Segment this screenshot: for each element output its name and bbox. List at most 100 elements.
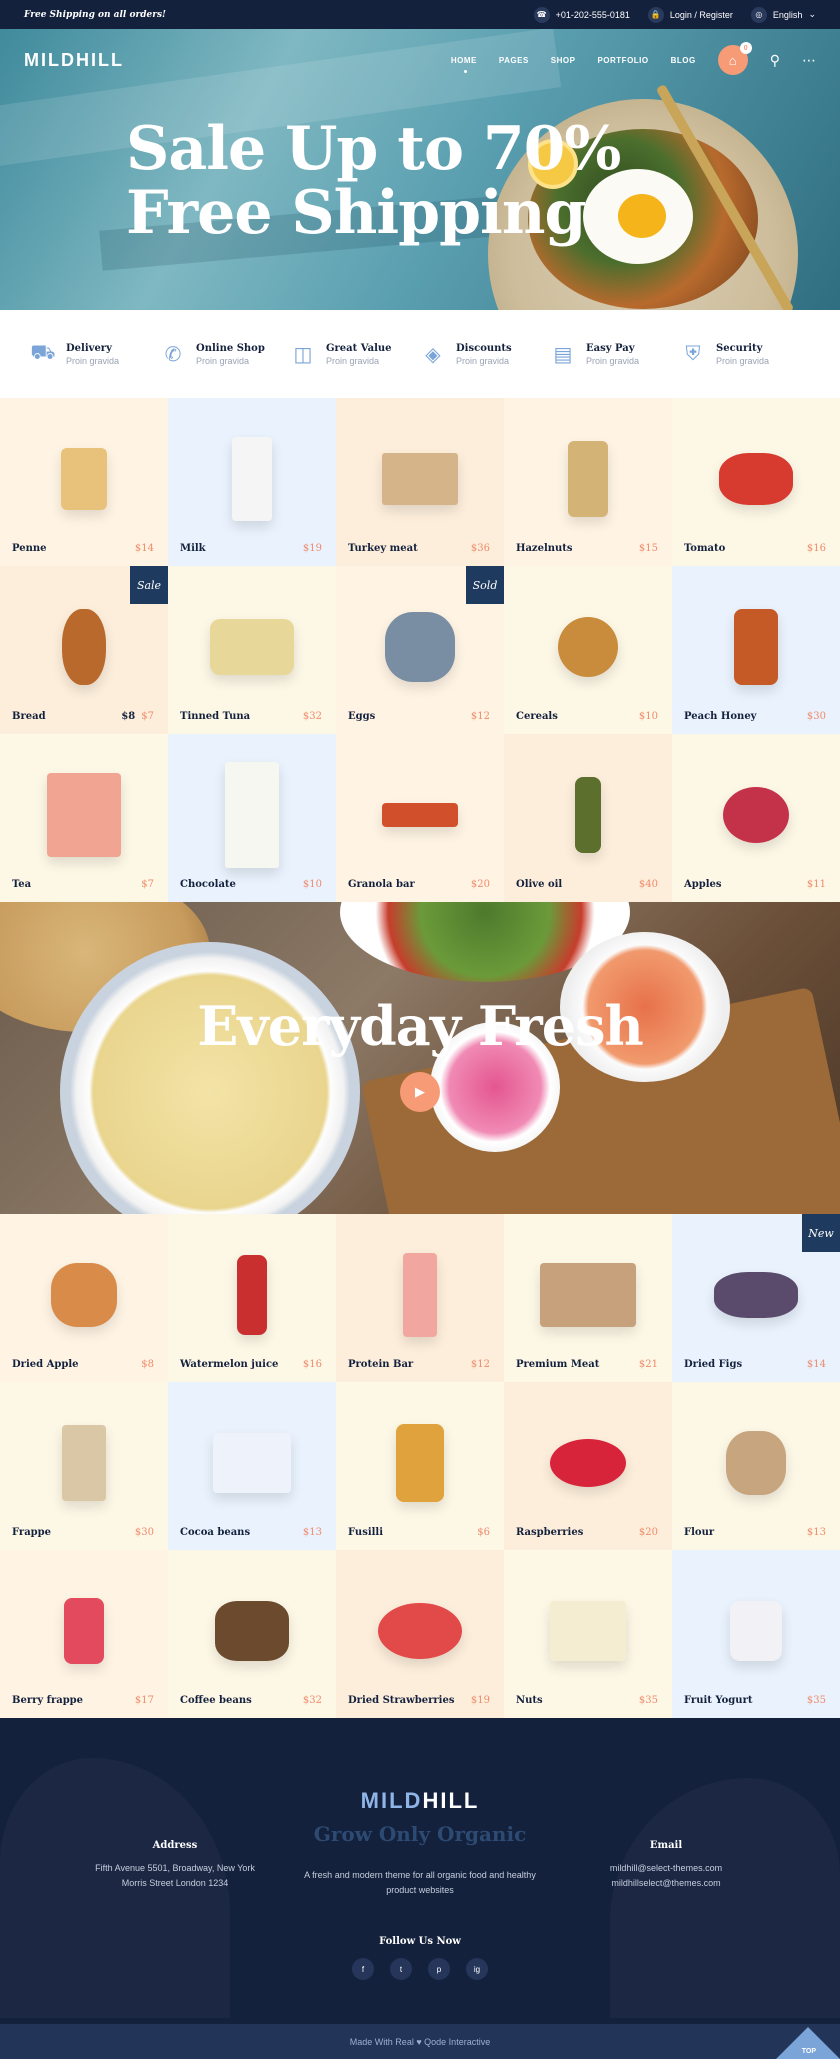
product-card[interactable]: Flour $13 [672, 1382, 840, 1550]
product-image[interactable] [730, 1600, 782, 1661]
product-image[interactable] [61, 447, 107, 510]
product-card[interactable]: Cereals $10 [504, 566, 672, 734]
product-image[interactable] [540, 1262, 636, 1327]
product-card[interactable]: Coffee beans $32 [168, 1550, 336, 1718]
product-name[interactable]: Tinned Tuna [180, 711, 250, 722]
product-image[interactable] [232, 436, 272, 521]
product-image[interactable] [47, 772, 121, 857]
product-card[interactable]: Cocoa beans $13 [168, 1382, 336, 1550]
product-card[interactable]: Fruit Yogurt $35 [672, 1550, 840, 1718]
product-card[interactable]: Berry frappe $17 [0, 1550, 168, 1718]
facebook-icon[interactable]: f [352, 1958, 374, 1980]
product-card[interactable]: Hazelnuts $15 [504, 398, 672, 566]
nav-shop[interactable]: SHOP [551, 56, 576, 65]
product-name[interactable]: Hazelnuts [516, 543, 573, 554]
product-card[interactable]: Nuts $35 [504, 1550, 672, 1718]
product-card[interactable]: Fusilli $6 [336, 1382, 504, 1550]
product-name[interactable]: Granola bar [348, 879, 415, 890]
product-card[interactable]: Protein Bar $12 [336, 1214, 504, 1382]
product-image[interactable] [51, 1262, 117, 1327]
nav-blog[interactable]: BLOG [671, 56, 696, 65]
email-link[interactable]: mildhill@select-themes.com [566, 1861, 766, 1876]
product-name[interactable]: Dried Apple [12, 1359, 78, 1370]
product-card[interactable]: Chocolate $10 [168, 734, 336, 902]
product-card[interactable]: Premium Meat $21 [504, 1214, 672, 1382]
product-card[interactable]: Bread $8 $7 Sale [0, 566, 168, 734]
product-name[interactable]: Premium Meat [516, 1359, 599, 1370]
product-image[interactable] [225, 761, 279, 868]
product-name[interactable]: Peach Honey [684, 711, 757, 722]
product-card[interactable]: Dried Apple $8 [0, 1214, 168, 1382]
product-image[interactable] [403, 1252, 437, 1337]
product-image[interactable] [726, 1430, 786, 1495]
product-name[interactable]: Fusilli [348, 1527, 383, 1538]
product-name[interactable]: Fruit Yogurt [684, 1695, 752, 1706]
product-name[interactable]: Raspberries [516, 1527, 583, 1538]
product-image[interactable] [62, 608, 106, 685]
product-card[interactable]: Raspberries $20 [504, 1382, 672, 1550]
product-name[interactable]: Berry frappe [12, 1695, 83, 1706]
product-name[interactable]: Tea [12, 879, 31, 890]
product-image[interactable] [64, 1597, 104, 1664]
nav-home[interactable]: HOME [451, 56, 477, 73]
cart-button[interactable]: ⌂ 0 [717, 42, 752, 75]
product-image[interactable] [237, 1254, 267, 1335]
twitter-icon[interactable]: t [390, 1958, 412, 1980]
footer-logo[interactable]: MILDHILL [0, 1788, 840, 1814]
product-name[interactable]: Coffee beans [180, 1695, 252, 1706]
product-card[interactable]: Watermelon juice $16 [168, 1214, 336, 1382]
phone-link[interactable]: ☎ +01-202-555-0181 [533, 6, 630, 23]
pinterest-icon[interactable]: p [428, 1958, 450, 1980]
product-name[interactable]: Cocoa beans [180, 1527, 250, 1538]
product-image[interactable] [385, 611, 455, 682]
product-name[interactable]: Turkey meat [348, 543, 418, 554]
product-image[interactable] [378, 1602, 462, 1659]
instagram-icon[interactable]: ig [466, 1958, 488, 1980]
product-card[interactable]: Milk $19 [168, 398, 336, 566]
email-link[interactable]: mildhillselect@themes.com [566, 1876, 766, 1891]
product-name[interactable]: Watermelon juice [180, 1359, 278, 1370]
product-card[interactable]: Olive oil $40 [504, 734, 672, 902]
product-image[interactable] [550, 1438, 626, 1487]
play-button[interactable]: ▶ [400, 1072, 440, 1112]
product-card[interactable]: Dried Figs $14 New [672, 1214, 840, 1382]
product-name[interactable]: Dried Strawberries [348, 1695, 454, 1706]
logo[interactable]: MILDHILL [24, 50, 124, 71]
product-image[interactable] [210, 618, 294, 675]
product-name[interactable]: Protein Bar [348, 1359, 413, 1370]
product-card[interactable]: Granola bar $20 [336, 734, 504, 902]
product-image[interactable] [213, 1432, 291, 1493]
product-name[interactable]: Olive oil [516, 879, 562, 890]
product-image[interactable] [382, 452, 458, 505]
product-name[interactable]: Penne [12, 543, 47, 554]
product-card[interactable]: Apples $11 [672, 734, 840, 902]
product-image[interactable] [396, 1423, 444, 1502]
nav-portfolio[interactable]: PORTFOLIO [597, 56, 648, 65]
product-name[interactable]: Cereals [516, 711, 558, 722]
product-card[interactable]: Dried Strawberries $19 [336, 1550, 504, 1718]
product-image[interactable] [215, 1600, 289, 1661]
menu-dots-icon[interactable]: ⋯ [802, 52, 816, 69]
product-name[interactable]: Frappe [12, 1527, 51, 1538]
product-name[interactable]: Tomato [684, 543, 725, 554]
product-image[interactable] [550, 1600, 626, 1661]
product-image[interactable] [719, 452, 793, 505]
product-name[interactable]: Eggs [348, 711, 375, 722]
product-name[interactable]: Flour [684, 1527, 714, 1538]
product-card[interactable]: Frappe $30 [0, 1382, 168, 1550]
product-image[interactable] [714, 1271, 798, 1318]
product-card[interactable]: Penne $14 [0, 398, 168, 566]
product-card[interactable]: Eggs $12 Sold [336, 566, 504, 734]
product-card[interactable]: Tomato $16 [672, 398, 840, 566]
product-image[interactable] [734, 608, 778, 685]
back-to-top-label[interactable]: TOP [802, 2048, 816, 2055]
product-image[interactable] [382, 802, 458, 827]
product-name[interactable]: Nuts [516, 1695, 543, 1706]
product-card[interactable]: Turkey meat $36 [336, 398, 504, 566]
product-name[interactable]: Milk [180, 543, 206, 554]
product-name[interactable]: Chocolate [180, 879, 236, 890]
product-image[interactable] [575, 776, 601, 853]
product-name[interactable]: Bread [12, 711, 46, 722]
nav-pages[interactable]: PAGES [499, 56, 529, 65]
search-icon[interactable]: ⚲ [770, 52, 780, 69]
